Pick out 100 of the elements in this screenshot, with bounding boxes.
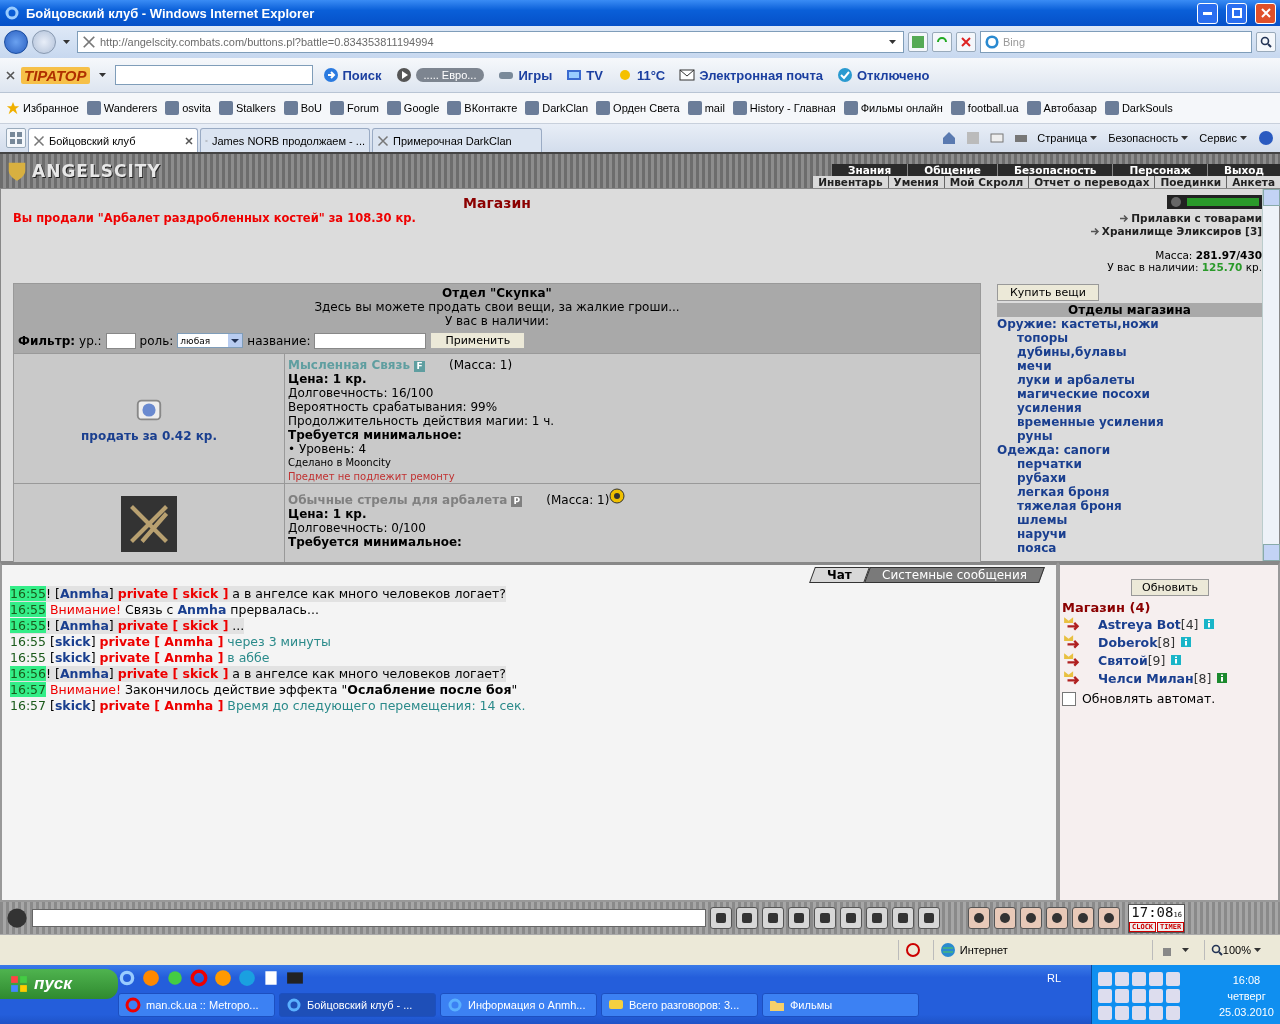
game-submenu-item[interactable]: Отчет о переводах <box>1028 176 1155 188</box>
minimize-button[interactable] <box>1197 2 1218 24</box>
caret-icon[interactable] <box>1254 948 1261 952</box>
department-link[interactable]: Одежда: сапоги <box>997 443 1262 457</box>
browser-tab[interactable]: James NORB продолжаем - ... <box>200 128 370 152</box>
taskbar-button[interactable]: Всего разговоров: 3... <box>601 993 758 1017</box>
user-name[interactable]: Astreya Bot <box>1098 616 1181 632</box>
toolbar-button[interactable]: Электронная почта <box>675 67 827 83</box>
game-submenu-item[interactable]: Инвентарь <box>812 176 888 188</box>
bookmark-link[interactable]: Wanderers <box>86 101 158 115</box>
department-link[interactable]: Оружие: кастеты,ножи <box>997 317 1262 331</box>
close-button[interactable] <box>1255 2 1276 24</box>
toolbar-button[interactable]: Поиск <box>318 67 386 83</box>
search-button[interactable] <box>1256 32 1276 52</box>
info-icon[interactable] <box>1181 637 1192 647</box>
shop-link[interactable]: Хранилище Эликсиров [3] <box>1101 225 1262 237</box>
toolbar-button[interactable]: 11°C <box>612 67 670 83</box>
caret-icon[interactable] <box>1240 136 1247 140</box>
compatibility-button[interactable] <box>908 32 928 52</box>
scroll-button[interactable] <box>994 907 1016 929</box>
skull-button[interactable] <box>1046 907 1068 929</box>
bookmark-link[interactable]: Фильмы онлайн <box>843 101 943 115</box>
game-submenu-item[interactable]: Мой Скролл <box>943 176 1029 188</box>
language-indicator[interactable]: RL <box>1046 972 1061 984</box>
bookmark-link[interactable]: Google <box>386 101 440 115</box>
chat-tab[interactable]: Чат <box>809 567 870 583</box>
department-link[interactable]: мечи <box>997 359 1262 373</box>
favorites-button[interactable]: Избранное <box>6 101 79 115</box>
taskbar-button[interactable]: Фильмы <box>762 993 919 1017</box>
bookmark-link[interactable]: Автобазар <box>1026 101 1097 115</box>
game-menu-item[interactable]: Безопасность <box>996 164 1113 176</box>
department-link[interactable]: топоры <box>997 331 1262 345</box>
home-icon[interactable] <box>941 130 958 146</box>
bookmark-link[interactable]: Орден Света <box>596 101 680 115</box>
filter-button[interactable] <box>762 907 784 929</box>
bookmark-link[interactable]: History - Главная <box>732 101 836 115</box>
browser-tab[interactable]: Примерочная DarkClan <box>372 128 542 152</box>
private-message-icon[interactable] <box>1062 651 1082 669</box>
bookmark-link[interactable]: DarkSouls <box>1104 101 1173 115</box>
toolbar-logo[interactable]: TIPATOP <box>21 66 90 84</box>
info-icon[interactable] <box>1217 673 1228 683</box>
menu-button[interactable]: Безопасность <box>1108 132 1192 144</box>
department-link[interactable]: дубины,булавы <box>997 345 1262 359</box>
info-icon[interactable] <box>1171 655 1182 665</box>
toolbar-button[interactable]: TV <box>562 67 607 83</box>
enter-button[interactable] <box>710 907 732 929</box>
menu-button[interactable]: Страница <box>1037 132 1101 144</box>
game-menu-item[interactable]: Знания <box>831 164 908 176</box>
menu-button[interactable]: Сервис <box>1199 132 1250 144</box>
stop-button[interactable] <box>956 32 976 52</box>
bookmark-link[interactable]: mail <box>687 101 725 115</box>
sell-link[interactable]: продать за 0.42 кр. <box>81 428 217 443</box>
caret-icon[interactable] <box>1090 136 1098 140</box>
bookmark-link[interactable]: football.ua <box>950 101 1019 115</box>
caret-icon[interactable] <box>1181 948 1189 952</box>
bookmark-link[interactable]: DarkClan <box>525 101 589 115</box>
caret-icon[interactable] <box>98 73 106 77</box>
department-link[interactable]: тяжелая броня <box>997 499 1262 513</box>
department-link[interactable]: легкая броня <box>997 485 1262 499</box>
department-link[interactable]: луки и арбалеты <box>997 373 1262 387</box>
figure-button[interactable] <box>814 907 836 929</box>
quick-tabs-button[interactable] <box>6 128 26 148</box>
game-menu-item[interactable]: Персонаж <box>1112 164 1208 176</box>
toolbar-search-field[interactable] <box>114 65 313 85</box>
caret-icon[interactable] <box>889 40 896 44</box>
toolbar-button[interactable]: Отключено <box>833 67 934 83</box>
department-link[interactable]: временные усиления <box>997 415 1262 429</box>
department-link[interactable]: перчатки <box>997 457 1262 471</box>
mask-button[interactable] <box>1020 907 1042 929</box>
bookmark-link[interactable]: BoU <box>283 101 323 115</box>
user-name[interactable]: Челси Милан <box>1098 670 1194 686</box>
figure-button[interactable] <box>968 907 990 929</box>
chat-tab[interactable]: Системные сообщения <box>864 567 1045 583</box>
back-button[interactable] <box>4 30 28 54</box>
address-field[interactable]: http://angelscity.combats.com/buttons.pl?battle=0.834353811194994 <box>77 31 904 53</box>
browser-tab[interactable]: Бойцовский клуб <box>28 128 198 152</box>
game-submenu-item[interactable]: Поединки <box>1154 176 1227 188</box>
department-link[interactable]: рубахи <box>997 471 1262 485</box>
private-message-icon[interactable] <box>1062 615 1082 633</box>
level-field[interactable] <box>105 332 136 349</box>
taskbar-button[interactable]: man.ck.ua :: Metropo... <box>118 993 275 1017</box>
taskbar-button[interactable]: Бойцовский клуб - ... <box>279 993 436 1017</box>
department-link[interactable]: усиления <box>997 401 1262 415</box>
role-dropdown[interactable]: любая <box>177 333 244 348</box>
chat-input[interactable] <box>32 909 706 927</box>
eraser-button[interactable] <box>736 907 758 929</box>
close-icon[interactable] <box>185 136 193 145</box>
refresh-button[interactable]: Обновить <box>1131 579 1209 596</box>
shop-link[interactable]: Прилавки с товарами <box>1131 212 1262 224</box>
bookmark-link[interactable]: osvita <box>165 101 211 115</box>
auto-refresh-checkbox[interactable] <box>1062 691 1076 706</box>
helmet-button[interactable] <box>918 907 940 929</box>
info-icon[interactable] <box>1204 619 1215 629</box>
maximize-button[interactable] <box>1226 2 1247 24</box>
exit-button[interactable] <box>1098 907 1120 929</box>
game-submenu-item[interactable]: Анкета <box>1226 176 1280 188</box>
caret-icon[interactable] <box>63 40 70 44</box>
bookmark-link[interactable]: ВКонтакте <box>447 101 518 115</box>
department-link[interactable]: шлемы <box>997 513 1262 527</box>
house-button[interactable] <box>1072 907 1094 929</box>
